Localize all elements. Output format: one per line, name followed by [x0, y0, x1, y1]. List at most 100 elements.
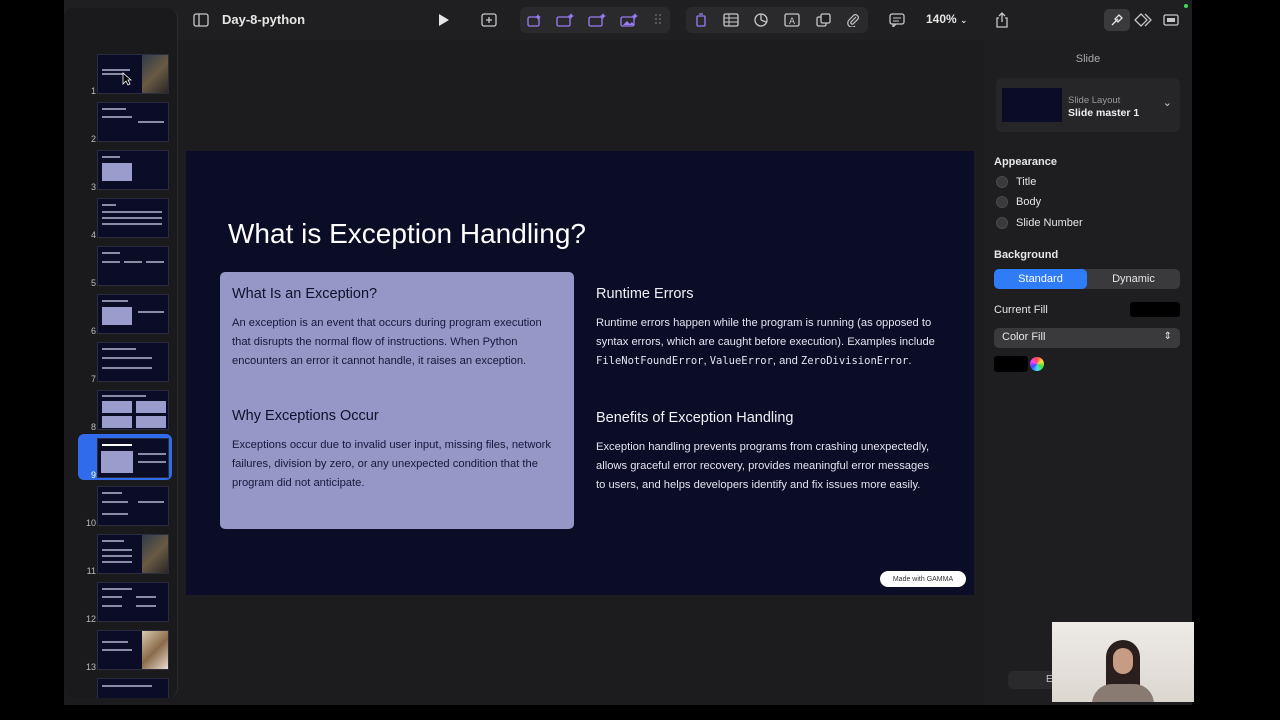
thumbnail-preview	[97, 294, 169, 334]
chart-icon[interactable]	[750, 9, 772, 31]
card-heading-exception: What Is an Exception?	[232, 286, 378, 302]
zoom-value: 140%	[926, 12, 957, 26]
camera-indicator-icon	[1184, 4, 1188, 8]
add-slide-icon[interactable]	[478, 9, 500, 31]
slide-thumbnail-10[interactable]: 10	[64, 486, 177, 530]
slide-number: 10	[85, 518, 96, 528]
slide-thumbnail-2[interactable]: 2	[64, 102, 177, 146]
layout-thumbnail	[1002, 88, 1062, 122]
slide-number: 5	[90, 278, 96, 288]
period: .	[908, 355, 912, 367]
slide-number: 12	[85, 614, 96, 624]
slide-thumbnail-11[interactable]: 11	[64, 534, 177, 578]
chevron-down-icon: ⌄	[1162, 97, 1172, 109]
slide-number: 11	[86, 566, 96, 576]
current-fill-swatch[interactable]	[1130, 302, 1180, 317]
table-icon[interactable]	[720, 9, 742, 31]
checkbox-label: Body	[1016, 196, 1042, 208]
runtime-text: Runtime errors happen while the program …	[596, 317, 935, 348]
sidebar-toggle-icon[interactable]	[190, 9, 212, 31]
checkbox-icon	[996, 217, 1008, 229]
slide-thumbnail-13[interactable]: 13	[64, 630, 177, 674]
updown-chevron-icon: ⇕	[1163, 331, 1172, 342]
animate-icon[interactable]	[1132, 9, 1154, 31]
thumbnail-preview	[97, 486, 169, 526]
code-value-error: ValueError	[709, 355, 773, 367]
slide-thumbnail-14[interactable]	[64, 678, 177, 698]
slide-thumbnail-1[interactable]: 1	[64, 54, 177, 98]
color-wheel-icon[interactable]	[1030, 357, 1044, 371]
thumbnail-preview	[97, 150, 169, 190]
share-icon[interactable]	[991, 9, 1013, 31]
benefits-heading[interactable]: Benefits of Exception Handling	[596, 410, 794, 426]
text-icon[interactable]: A	[781, 9, 803, 31]
slide-thumbnail-7[interactable]: 7	[64, 342, 177, 386]
benefits-paragraph[interactable]: Exception handling prevents programs fro…	[596, 438, 936, 495]
webcam-overlay	[1052, 622, 1194, 702]
slide-number: 1	[90, 86, 96, 96]
thumbnail-preview	[97, 198, 169, 238]
title-checkbox[interactable]: Title	[996, 175, 1036, 189]
thumbnail-preview	[97, 54, 169, 94]
comment-icon[interactable]	[886, 9, 908, 31]
slide-number: 8	[90, 422, 96, 432]
slide-title[interactable]: What is Exception Handling?	[228, 218, 586, 250]
slide-number: 13	[85, 662, 96, 672]
runtime-errors-paragraph[interactable]: Runtime errors happen while the program …	[596, 314, 936, 371]
slide-navigator: 1 2 3 4 5 6 7 8 9 10 11 12 13	[64, 8, 178, 698]
document-icon[interactable]	[1160, 9, 1182, 31]
segment-standard[interactable]: Standard	[994, 269, 1087, 289]
text-box-icon[interactable]	[690, 9, 712, 31]
grid-icon[interactable]: ⠿	[647, 9, 669, 31]
fill-type-select[interactable]: Color Fill ⇕	[994, 328, 1180, 348]
slide-thumbnail-5[interactable]: 5	[64, 246, 177, 290]
slide-thumbnail-4[interactable]: 4	[64, 198, 177, 242]
ai-photo-icon[interactable]	[618, 9, 640, 31]
slide-thumbnail-6[interactable]: 6	[64, 294, 177, 338]
made-with-gamma-badge[interactable]: Made with GAMMA	[880, 571, 966, 587]
slide-number: 9	[90, 470, 96, 480]
thumbnail-preview	[97, 102, 169, 142]
background-heading: Background	[994, 249, 1059, 261]
slide-thumbnail-9[interactable]: 9	[64, 434, 177, 482]
color-well[interactable]	[994, 356, 1028, 372]
thumbnail-preview	[97, 438, 169, 478]
slide-number: 2	[90, 134, 96, 144]
document-title: Day-8-python	[222, 12, 306, 27]
slide-layout-picker[interactable]: Slide Layout Slide master 1 ⌄	[996, 78, 1180, 132]
card-paragraph-why: Exceptions occur due to invalid user inp…	[232, 439, 551, 489]
separator: , and	[772, 355, 801, 367]
card-heading-why: Why Exceptions Occur	[232, 408, 379, 424]
checkbox-label: Title	[1016, 176, 1037, 188]
media-icon[interactable]	[842, 9, 864, 31]
keynote-window: Day-8-python ⠿ A 140% ⌄ 1 2 3 4 5 6 7 8 …	[64, 0, 1192, 705]
mouse-cursor-icon	[122, 72, 133, 91]
partially-hidden-button[interactable]: E	[1008, 671, 1058, 689]
slide-thumbnail-8[interactable]: 8	[64, 390, 177, 434]
body-checkbox[interactable]: Body	[996, 195, 1041, 209]
thumbnail-preview	[97, 630, 169, 670]
segment-dynamic[interactable]: Dynamic	[1087, 269, 1180, 289]
inspector-title: Slide	[1075, 53, 1101, 65]
format-brush-icon[interactable]	[1104, 9, 1130, 31]
thumbnail-preview	[97, 678, 169, 698]
ai-slide-icon[interactable]	[523, 9, 545, 31]
ai-text-icon[interactable]	[554, 9, 576, 31]
exception-card[interactable]: What Is an Exception? An exception is an…	[220, 272, 574, 529]
slide-number: 7	[90, 374, 96, 384]
zoom-menu[interactable]: 140% ⌄	[926, 12, 968, 26]
layout-label: Slide Layout	[1068, 95, 1121, 106]
shape-icon[interactable]	[813, 9, 835, 31]
chevron-down-icon: ⌄	[960, 15, 968, 25]
ai-image-icon[interactable]	[586, 9, 608, 31]
card-paragraph-exception: An exception is an event that occurs dur…	[232, 317, 542, 367]
runtime-errors-heading[interactable]: Runtime Errors	[596, 286, 694, 302]
slide-canvas[interactable]: What is Exception Handling? What Is an E…	[186, 151, 974, 595]
slide-thumbnail-12[interactable]: 12	[64, 582, 177, 626]
slide-number: 6	[90, 326, 96, 336]
slide-number-checkbox[interactable]: Slide Number	[996, 216, 1083, 230]
play-icon[interactable]	[433, 9, 455, 31]
slide-thumbnail-3[interactable]: 3	[64, 150, 177, 194]
slide-number: 4	[90, 230, 96, 240]
inspector-panel: Slide Slide Layout Slide master 1 ⌄ Appe…	[984, 40, 1192, 705]
